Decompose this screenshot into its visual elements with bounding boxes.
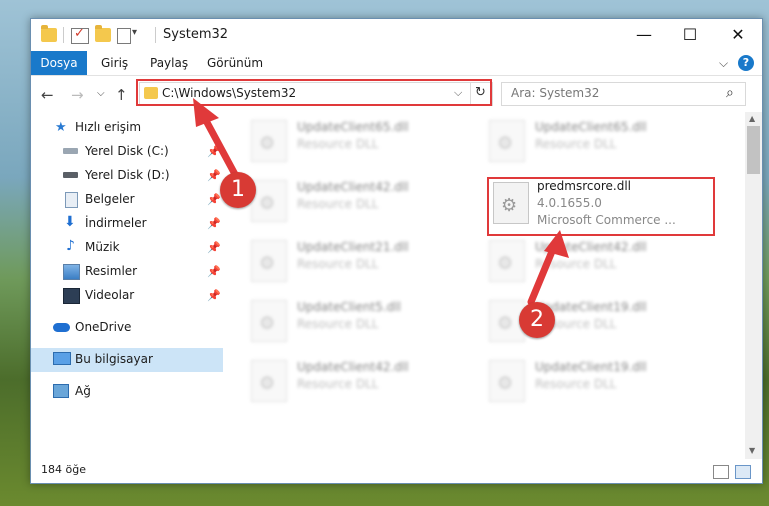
step-2-badge: 2 [519,302,555,338]
arrow-1-head [193,98,219,127]
annotation-arrows [193,98,569,306]
step-1-badge: 1 [220,172,256,208]
arrow-2-shaft [527,245,557,306]
arrow-1-shaft [199,111,241,182]
